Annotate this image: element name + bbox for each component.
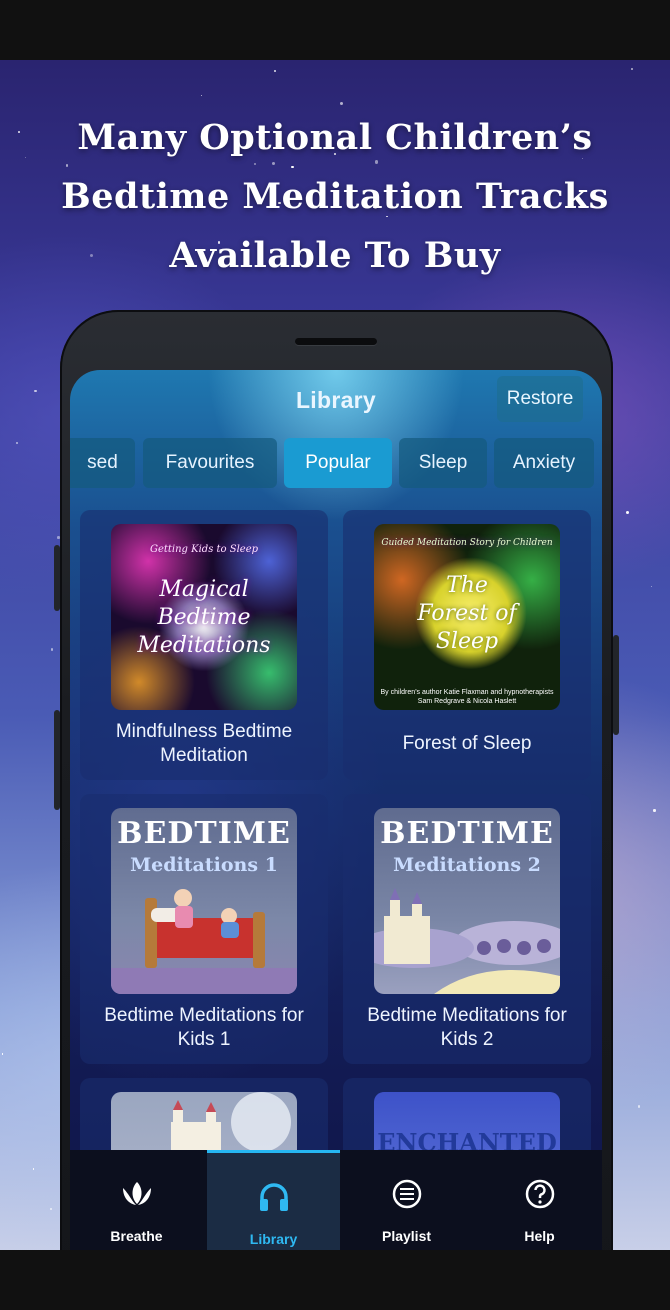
headphones-icon — [259, 1183, 288, 1211]
library-card[interactable]: Guided Meditation Story for Children The… — [343, 510, 591, 780]
castle-illustration — [374, 888, 560, 994]
star — [625, 511, 629, 515]
tab-anxiety[interactable]: Anxiety — [494, 438, 594, 488]
star — [24, 156, 27, 158]
star — [49, 1207, 52, 1210]
tab-sleep[interactable]: Sleep — [399, 438, 487, 488]
art-top-text: Guided Meditation Story for Children — [381, 538, 553, 548]
star — [638, 1105, 641, 1108]
tab-favourites[interactable]: Favourites — [143, 438, 277, 488]
bottom-letterbox — [0, 1250, 670, 1310]
star — [653, 809, 656, 812]
nav-breathe[interactable]: Breathe — [70, 1150, 203, 1250]
bottom-nav: Breathe Library Playlist Help — [70, 1150, 602, 1250]
top-letterbox — [0, 0, 670, 60]
card-title: Mindfulness Bedtime Meditation — [115, 721, 293, 766]
nav-label: Help — [524, 1228, 555, 1244]
help-icon — [525, 1179, 554, 1209]
star — [33, 1168, 35, 1170]
album-art: BEDTIME Meditations 1 — [111, 808, 297, 994]
star — [1, 1053, 4, 1055]
headline-line-3: Available To Buy — [169, 235, 501, 276]
phone-frame: Library Restore sed Favourites Popular S… — [54, 310, 619, 1250]
phone-side-button — [54, 545, 60, 611]
restore-button[interactable]: Restore — [497, 376, 583, 422]
headline-line-1: Many Optional Children’s — [77, 117, 593, 158]
art-credit-text: By children’s author Katie Flaxman and h… — [380, 689, 554, 705]
card-title: Bedtime Meditations for Kids 2 — [367, 1005, 567, 1050]
star — [273, 69, 276, 73]
star — [15, 441, 19, 445]
library-card[interactable]: BEDTIME Meditations 2 Bedtime Meditation… — [343, 794, 591, 1064]
card-title: Forest of Sleep — [402, 733, 532, 754]
headline-line-2: Bedtime Meditation Tracks — [61, 176, 609, 217]
star — [650, 585, 652, 588]
tab-popular[interactable]: Popular — [284, 438, 392, 488]
star — [18, 131, 20, 134]
album-art: Getting Kids to Sleep Magical Bedtime Me… — [111, 524, 297, 710]
lotus-icon — [122, 1182, 151, 1205]
art-main-text: Magical Bedtime Meditations — [137, 577, 271, 658]
promo-background: Many Optional Children’s Bedtime Meditat… — [0, 60, 670, 1250]
album-art: Guided Meditation Story for Children The… — [374, 524, 560, 710]
library-grid: Getting Kids to Sleep Magical Bedtime Me… — [70, 510, 602, 1250]
album-art: BEDTIME Meditations 2 — [374, 808, 560, 994]
category-tabs: sed Favourites Popular Sleep Anxiety — [70, 438, 602, 488]
nav-label: Playlist — [381, 1228, 432, 1244]
card-title: Bedtime Meditations for Kids 1 — [104, 1005, 304, 1050]
star — [50, 648, 54, 651]
phone-volume-button — [54, 710, 60, 810]
phone-power-button — [613, 635, 619, 735]
nav-label: Library — [249, 1231, 298, 1247]
nav-playlist[interactable]: Playlist — [340, 1150, 473, 1250]
star — [34, 389, 37, 393]
app-screen: Library Restore sed Favourites Popular S… — [70, 370, 602, 1250]
tab-used[interactable]: sed — [70, 438, 135, 488]
nav-label: Breathe — [110, 1228, 163, 1244]
art-top-text: Getting Kids to Sleep — [149, 544, 259, 555]
promo-headline: Many Optional Children’s Bedtime Meditat… — [60, 108, 610, 285]
nav-help[interactable]: Help — [473, 1150, 602, 1250]
list-icon — [392, 1179, 421, 1209]
art-main-text: The Forest of Sleep — [417, 573, 517, 654]
star — [200, 94, 203, 97]
star — [339, 101, 343, 105]
library-card[interactable]: BEDTIME Meditations 1 Bedtime Meditation… — [80, 794, 328, 1064]
star — [631, 68, 633, 70]
nav-library[interactable]: Library — [207, 1150, 340, 1250]
library-card[interactable]: Getting Kids to Sleep Magical Bedtime Me… — [80, 510, 328, 780]
phone-speaker — [295, 338, 377, 345]
bed-illustration — [111, 889, 297, 994]
